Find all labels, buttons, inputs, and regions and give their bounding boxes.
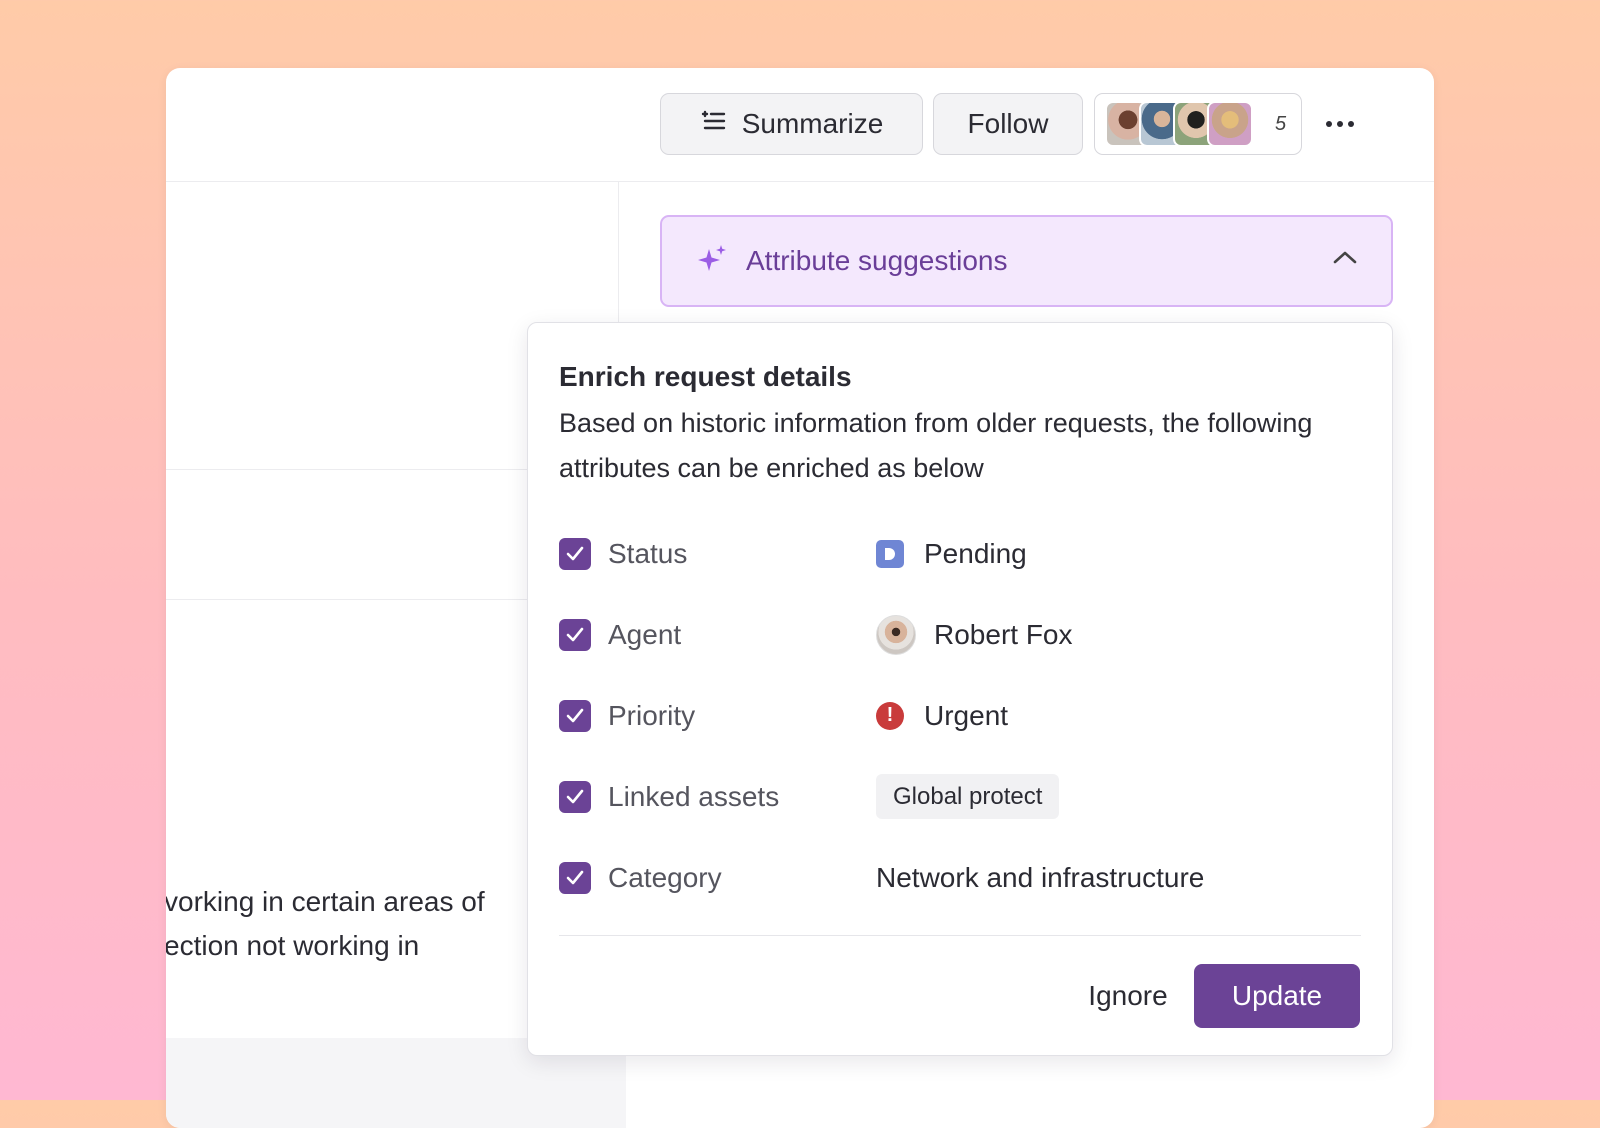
summarize-icon <box>700 108 726 141</box>
attribute-row-linked-assets: Linked assets Global protect <box>559 756 1361 837</box>
update-button[interactable]: Update <box>1194 964 1360 1028</box>
attribute-suggestions-label: Attribute suggestions <box>746 245 1008 276</box>
category-checkbox[interactable] <box>559 861 591 894</box>
enrich-details-popover: Enrich request details Based on historic… <box>527 322 1393 1056</box>
status-value-text: Pending <box>924 537 1027 569</box>
agent-value-text: Robert Fox <box>934 618 1073 650</box>
summarize-label: Summarize <box>741 108 884 139</box>
popover-description: Based on historic information from older… <box>559 408 1313 483</box>
attribute-label: Priority <box>608 699 696 731</box>
attribute-row-agent: Agent Robert Fox <box>559 594 1361 675</box>
more-horizontal-icon[interactable] <box>1316 108 1364 140</box>
attribute-label: Agent <box>608 618 682 650</box>
followers-count: 5 <box>1275 112 1287 135</box>
status-checkbox[interactable] <box>559 537 591 570</box>
avatar <box>1207 101 1253 147</box>
description-text: vorking in certain areas of ection not w… <box>166 886 485 961</box>
linked-assets-value: Global protect <box>876 774 1060 819</box>
attribute-label: Category <box>608 861 722 893</box>
attribute-row-priority: Priority ! Urgent <box>559 675 1361 756</box>
top-bar: Summarize Follow 5 <box>166 68 1434 182</box>
category-value: Network and infrastructure <box>876 862 1204 894</box>
follow-label: Follow <box>967 108 1049 139</box>
check-icon <box>566 627 584 641</box>
agent-value: Robert Fox <box>876 614 1073 655</box>
chevron-up-icon <box>1333 249 1357 270</box>
linked-assets-checkbox[interactable] <box>559 780 591 813</box>
follower-avatars <box>1105 101 1253 147</box>
ignore-button[interactable]: Ignore <box>1058 964 1198 1028</box>
attribute-list: Status Pending Agent Robert Fox Priority… <box>559 513 1361 918</box>
attribute-row-category: Category Network and infrastructure <box>559 837 1361 918</box>
pending-status-icon <box>876 539 904 568</box>
followers-button[interactable]: 5 <box>1094 93 1302 155</box>
popover-title: Enrich request details <box>559 361 852 392</box>
check-icon <box>566 546 584 560</box>
attribute-suggestions-toggle[interactable]: Attribute suggestions <box>660 215 1393 307</box>
check-icon <box>566 870 584 884</box>
priority-checkbox[interactable] <box>559 699 591 732</box>
priority-value-text: Urgent <box>924 699 1009 731</box>
summarize-button[interactable]: Summarize <box>660 93 923 155</box>
urgent-alert-icon: ! <box>876 701 904 730</box>
avatar <box>876 614 916 655</box>
agent-checkbox[interactable] <box>559 618 591 651</box>
attribute-row-status: Status Pending <box>559 513 1361 594</box>
asset-tag: Global protect <box>876 774 1060 819</box>
attribute-label: Linked assets <box>608 780 780 812</box>
status-value: Pending <box>876 538 1027 570</box>
check-icon <box>566 708 584 722</box>
attribute-label: Status <box>608 537 688 569</box>
priority-value: ! Urgent <box>876 700 1008 732</box>
check-icon <box>566 789 584 803</box>
divider <box>559 935 1361 936</box>
sparkle-icon <box>696 243 728 280</box>
category-value-text: Network and infrastructure <box>876 861 1205 893</box>
follow-button[interactable]: Follow <box>933 93 1083 155</box>
